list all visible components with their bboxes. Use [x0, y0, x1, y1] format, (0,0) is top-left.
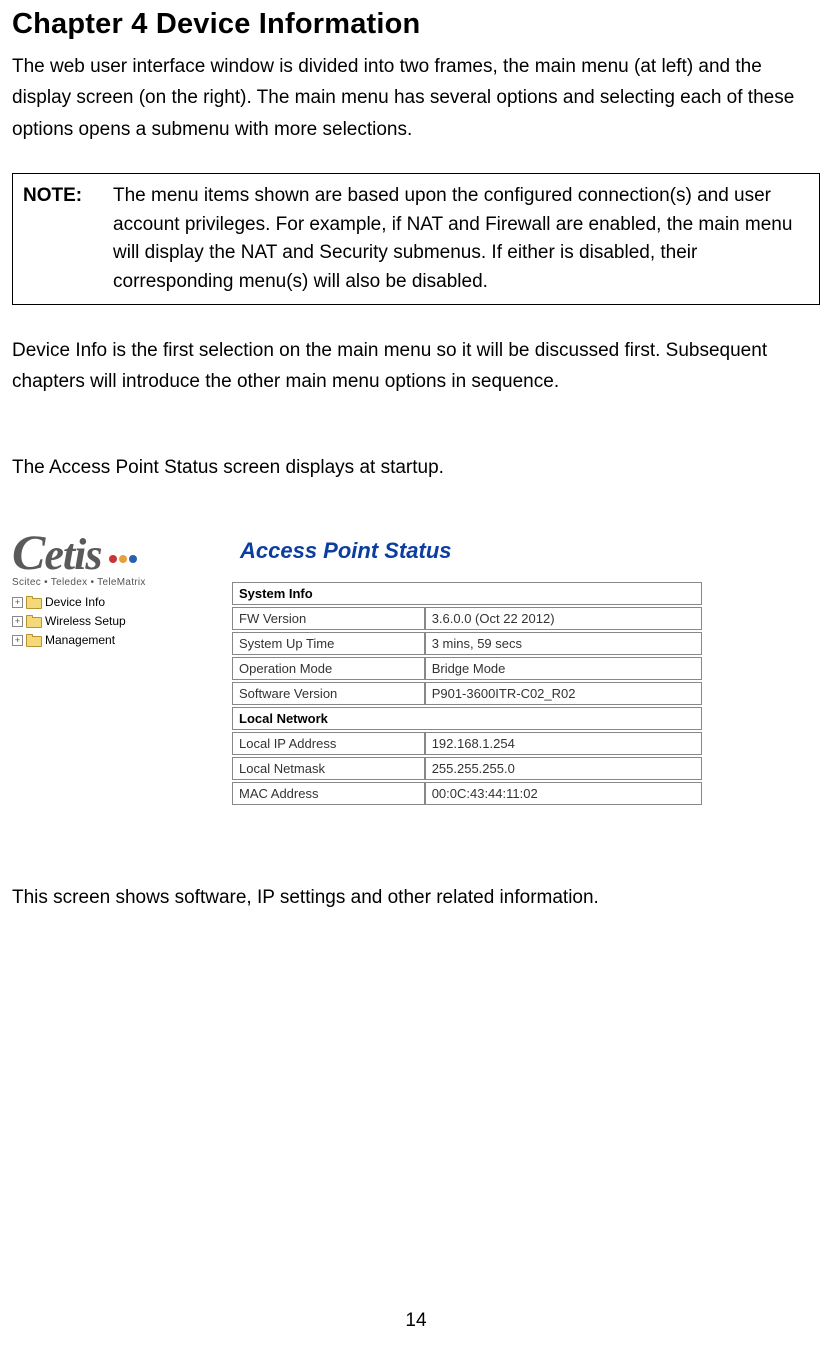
tree-label: Device Info: [45, 593, 105, 611]
page-number: 14: [0, 1310, 832, 1332]
note-body: The menu items shown are based upon the …: [113, 182, 809, 296]
expand-icon[interactable]: +: [12, 597, 23, 608]
panel-title: Access Point Status: [240, 538, 702, 564]
expand-icon[interactable]: +: [12, 635, 23, 646]
closing-paragraph: This screen shows software, IP settings …: [12, 883, 820, 913]
table-row: System Up Time3 mins, 59 secs: [232, 632, 702, 655]
embedded-screenshot: Cetis Scitec • Teledex • TeleMatrix + De…: [12, 523, 772, 823]
tree-label: Management: [45, 631, 115, 649]
logo-tagline: Scitec • Teledex • TeleMatrix: [12, 577, 202, 588]
note-box: NOTE: The menu items shown are based upo…: [12, 173, 820, 305]
paragraph-2: Device Info is the first selection on th…: [12, 335, 820, 398]
table-row: Local IP Address192.168.1.254: [232, 732, 702, 755]
brand-logo: Cetis Scitec • Teledex • TeleMatrix: [12, 523, 202, 588]
table-row: Software VersionP901-3600ITR-C02_R02: [232, 682, 702, 705]
table-row: MAC Address00:0C:43:44:11:02: [232, 782, 702, 805]
intro-paragraph: The web user interface window is divided…: [12, 51, 820, 145]
tree-item-device-info[interactable]: + Device Info: [12, 593, 126, 611]
folder-icon: [26, 634, 42, 647]
logo-dots-icon: [107, 523, 137, 574]
folder-icon: [26, 596, 42, 609]
tree-item-management[interactable]: + Management: [12, 631, 126, 649]
chapter-title: Chapter 4 Device Information: [12, 8, 820, 41]
table-row: Operation ModeBridge Mode: [232, 657, 702, 680]
note-label: NOTE:: [23, 182, 113, 296]
logo-text: etis: [44, 529, 101, 580]
status-table: System Info FW Version3.6.0.0 (Oct 22 20…: [232, 580, 702, 807]
tree-item-wireless-setup[interactable]: + Wireless Setup: [12, 612, 126, 630]
nav-tree: + Device Info + Wireless Setup + Managem…: [12, 593, 126, 650]
expand-icon[interactable]: +: [12, 616, 23, 627]
folder-icon: [26, 615, 42, 628]
section-header: Local Network: [232, 707, 702, 730]
section-header: System Info: [232, 582, 702, 605]
table-row: Local Netmask255.255.255.0: [232, 757, 702, 780]
paragraph-3: The Access Point Status screen displays …: [12, 452, 820, 483]
table-row: FW Version3.6.0.0 (Oct 22 2012): [232, 607, 702, 630]
status-panel: Access Point Status System Info FW Versi…: [232, 528, 702, 807]
tree-label: Wireless Setup: [45, 612, 126, 630]
